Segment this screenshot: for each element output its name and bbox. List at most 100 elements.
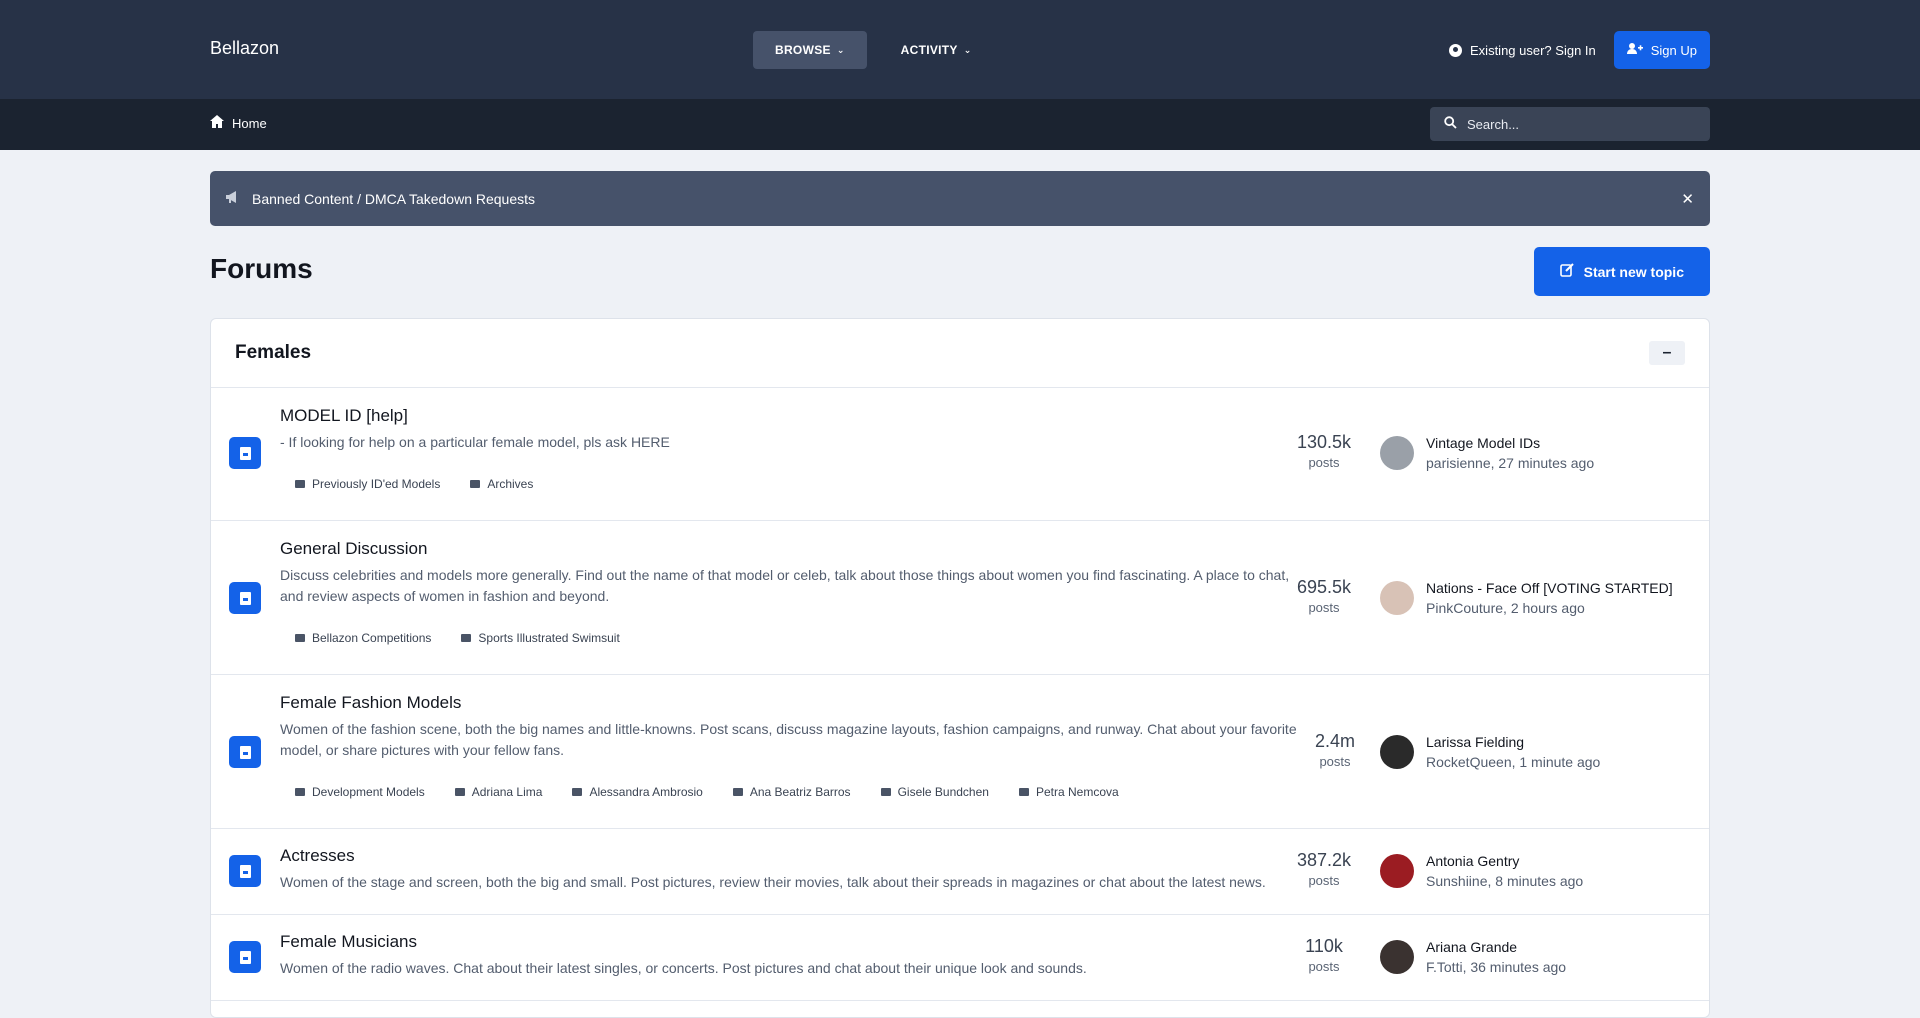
chevron-down-icon: ⌄ [836,44,845,55]
folder-icon [295,480,305,488]
forum-row[interactable]: Actresses Women of the stage and screen,… [211,829,1709,915]
last-post-meta: parisienne, 27 minutes ago [1426,455,1595,471]
last-post-title[interactable]: Antonia Gentry [1426,853,1583,869]
last-post-meta: RocketQueen, 1 minute ago [1426,754,1601,770]
site-logo[interactable]: Bellazon [210,38,279,59]
sign-up-label: Sign Up [1650,42,1697,58]
subforum-link[interactable]: Gisele Bundchen [880,785,989,799]
forum-description: Women of the stage and screen, both the … [280,874,1266,890]
post-count: 695.5k posts [1296,577,1352,615]
site-header: Bellazon BROWSE ⌄ ACTIVITY ⌄ Existing us… [0,0,1920,99]
sign-in-link[interactable]: Existing user? Sign In [1449,43,1596,58]
announcement-text: Banned Content / DMCA Takedown Requests [252,190,536,207]
last-post-meta: Sunshiine, 8 minutes ago [1426,873,1584,889]
subforum-link[interactable]: Alessandra Ambrosio [572,785,703,799]
forum-row[interactable]: Female Musicians Women of the radio wave… [211,915,1709,1001]
forum-icon [229,855,261,887]
forum-description: Women of the fashion scene, both the big… [280,721,1297,758]
sign-up-button[interactable]: Sign Up [1613,31,1710,69]
start-new-topic-button[interactable]: Start new topic [1533,247,1710,296]
subforum-list: Bellazon Competitions Sports Illustrated… [295,631,620,645]
last-post[interactable]: Larissa Fielding RocketQueen, 1 minute a… [1380,734,1600,770]
forum-title[interactable]: Female Musicians [280,932,417,952]
chevron-down-icon: ⌄ [963,44,972,55]
megaphone-icon [226,190,240,207]
avatar[interactable] [1380,940,1414,974]
folder-icon [470,480,481,488]
forum-icon [229,582,261,614]
start-new-topic-label: Start new topic [1583,263,1684,280]
forum-row[interactable]: MODEL ID [help] - If looking for help on… [211,388,1709,521]
folder-icon [461,634,472,642]
post-count: 387.2k posts [1296,850,1352,888]
forum-title[interactable]: Female Fashion Models [280,693,461,713]
folder-icon [454,788,465,796]
user-plus-icon [1626,42,1643,58]
last-post[interactable]: Nations - Face Off [VOTING STARTED] Pink… [1380,580,1673,616]
forum-title[interactable]: Actresses [280,846,355,866]
forum-description: - If looking for help on a particular fe… [280,434,670,450]
search-box[interactable] [1430,107,1710,141]
user-icon [1449,43,1463,57]
user-links: Existing user? Sign In Sign Up [1449,31,1710,69]
search-input[interactable] [1467,116,1687,132]
activity-label: ACTIVITY [900,43,958,57]
subforum-list: Development Models Adriana Lima Alessand… [295,785,1119,799]
home-link[interactable]: Home [210,115,267,131]
subforum-link[interactable]: Ana Beatriz Barros [732,785,851,799]
forum-row[interactable]: General Discussion Discuss celebrities a… [211,521,1709,675]
last-post[interactable]: Antonia Gentry Sunshiine, 8 minutes ago [1380,853,1583,889]
activity-menu[interactable]: ACTIVITY ⌄ [879,31,994,69]
main-nav: BROWSE ⌄ ACTIVITY ⌄ [753,31,994,69]
close-icon[interactable]: ✕ [1681,190,1694,208]
subforum-link[interactable]: Petra Nemcova [1018,785,1119,799]
avatar[interactable] [1380,735,1414,769]
forum-category-panel: Females – MODEL ID [help] - If looking f… [210,318,1710,1018]
last-post-meta: F.Totti, 36 minutes ago [1426,959,1567,975]
folder-icon [1018,788,1029,796]
folder-icon [732,788,743,796]
sign-in-label: Existing user? Sign In [1470,42,1596,58]
browse-label: BROWSE [775,43,831,57]
last-post-meta: PinkCouture, 2 hours ago [1426,600,1585,616]
forum-icon [229,941,261,973]
last-post-title[interactable]: Ariana Grande [1426,939,1566,955]
category-title: Females [235,342,312,363]
forum-title[interactable]: MODEL ID [help] [280,406,408,426]
last-post-title[interactable]: Vintage Model IDs [1426,435,1594,451]
subforum-list: Previously ID'ed Models Archives [295,477,533,491]
forum-title[interactable]: General Discussion [280,539,427,559]
announcement-bar[interactable]: Banned Content / DMCA Takedown Requests … [210,171,1710,226]
last-post-title[interactable]: Larissa Fielding [1426,734,1600,750]
last-post[interactable]: Vintage Model IDs parisienne, 27 minutes… [1380,435,1594,471]
page-title: Forums [210,253,313,284]
forum-row[interactable]: Female Fashion Models Women of the fashi… [211,675,1709,829]
post-count: 130.5k posts [1296,432,1352,470]
secondary-nav: Home [0,99,1920,150]
post-count: 110k posts [1305,936,1343,974]
forum-icon [229,437,261,469]
collapse-button[interactable]: – [1649,341,1685,365]
subforum-link[interactable]: Previously ID'ed Models [295,477,440,491]
subforum-link[interactable]: Sports Illustrated Swimsuit [461,631,620,645]
forum-description: Discuss celebrities and models more gene… [280,567,1290,604]
browse-menu[interactable]: BROWSE ⌄ [753,31,867,69]
avatar[interactable] [1380,436,1414,470]
edit-icon [1559,263,1574,280]
home-label: Home [232,115,267,131]
forum-description: Women of the radio waves. Chat about the… [280,960,1087,976]
subforum-link[interactable]: Development Models [295,785,425,799]
avatar[interactable] [1380,854,1414,888]
last-post-title[interactable]: Nations - Face Off [VOTING STARTED] [1426,580,1673,596]
avatar[interactable] [1380,581,1414,615]
folder-icon [880,788,891,796]
category-header: Females – [211,319,1709,388]
folder-icon [295,634,305,642]
home-icon [210,115,224,131]
subforum-link[interactable]: Adriana Lima [454,785,542,799]
subforum-link[interactable]: Archives [470,477,533,491]
forum-icon [229,736,261,768]
last-post[interactable]: Ariana Grande F.Totti, 36 minutes ago [1380,939,1566,975]
subforum-link[interactable]: Bellazon Competitions [295,631,431,645]
folder-icon [572,788,583,796]
